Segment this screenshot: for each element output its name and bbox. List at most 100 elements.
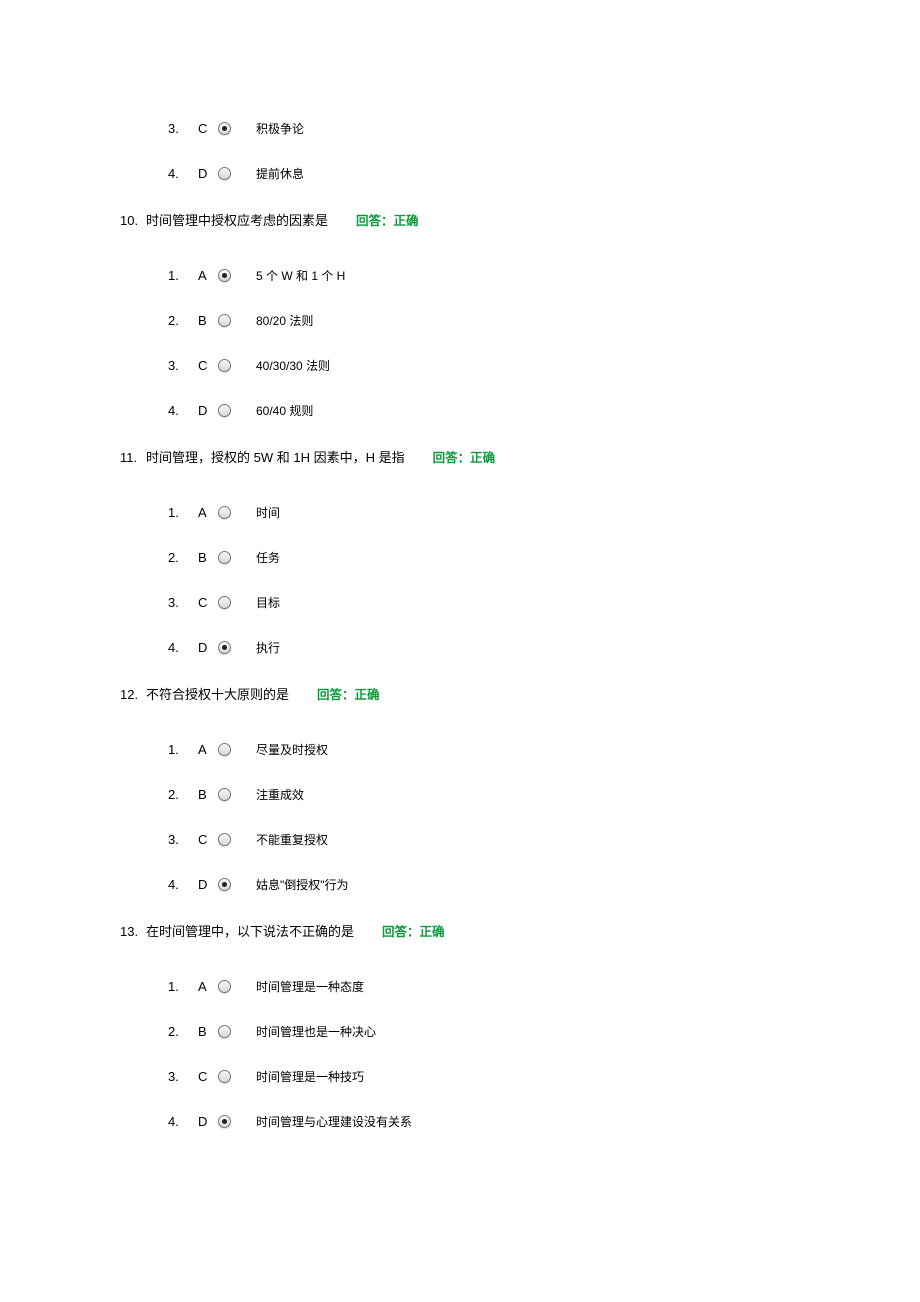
option-text: 时间	[256, 504, 280, 521]
option-row: 4. D 60/40 规则	[120, 402, 820, 419]
option-row: 3. C 时间管理是一种技巧	[120, 1068, 820, 1085]
radio-unselected-icon[interactable]	[218, 980, 231, 993]
option-number: 4.	[168, 166, 198, 181]
option-text: 姑息"倒授权"行为	[256, 876, 349, 893]
option-number: 2.	[168, 787, 198, 802]
question-text: 不符合授权十大原则的是	[146, 684, 289, 703]
option-row: 3. C 40/30/30 法则	[120, 357, 820, 374]
option-number: 1.	[168, 505, 198, 520]
radio-unselected-icon[interactable]	[218, 1025, 231, 1038]
option-row: 2. B 注重成效	[120, 786, 820, 803]
option-row: 3. C 目标	[120, 594, 820, 611]
option-text: 尽量及时授权	[256, 741, 328, 758]
radio-unselected-icon[interactable]	[218, 551, 231, 564]
option-letter: C	[198, 358, 218, 373]
radio-wrap	[218, 551, 248, 564]
option-number: 3.	[168, 1069, 198, 1084]
option-number: 4.	[168, 1114, 198, 1129]
feedback-label: 回答：正确	[382, 921, 445, 940]
option-number: 4.	[168, 403, 198, 418]
question-row: 12. 不符合授权十大原则的是 回答：正确	[120, 684, 820, 703]
radio-wrap	[218, 506, 248, 519]
option-number: 3.	[168, 358, 198, 373]
option-letter: A	[198, 742, 218, 757]
option-text: 提前休息	[256, 165, 304, 182]
option-letter: B	[198, 313, 218, 328]
options-block: 1. A 时间 2. B 任务 3. C 目标 4. D 执行	[120, 504, 820, 656]
option-number: 3.	[168, 121, 198, 136]
question-number: 11.	[120, 450, 146, 465]
option-row: 3. C 不能重复授权	[120, 831, 820, 848]
question-number: 12.	[120, 687, 146, 702]
radio-unselected-icon[interactable]	[218, 314, 231, 327]
partial-options-block: 3. C 积极争论 4. D 提前休息	[120, 120, 820, 182]
radio-wrap	[218, 833, 248, 846]
option-letter: D	[198, 403, 218, 418]
option-letter: B	[198, 550, 218, 565]
option-letter: D	[198, 166, 218, 181]
radio-unselected-icon[interactable]	[218, 167, 231, 180]
radio-wrap	[218, 596, 248, 609]
radio-wrap	[218, 878, 248, 891]
option-row: 2. B 任务	[120, 549, 820, 566]
radio-selected-icon[interactable]	[218, 641, 231, 654]
radio-selected-icon[interactable]	[218, 122, 231, 135]
option-text: 目标	[256, 594, 280, 611]
option-number: 3.	[168, 832, 198, 847]
radio-unselected-icon[interactable]	[218, 788, 231, 801]
option-letter: C	[198, 832, 218, 847]
question-number: 10.	[120, 213, 146, 228]
option-letter: C	[198, 1069, 218, 1084]
option-row: 4. D 提前休息	[120, 165, 820, 182]
radio-selected-icon[interactable]	[218, 878, 231, 891]
radio-selected-icon[interactable]	[218, 269, 231, 282]
option-letter: C	[198, 121, 218, 136]
option-row: 1. A 时间	[120, 504, 820, 521]
feedback-label: 回答：正确	[317, 684, 380, 703]
radio-wrap	[218, 404, 248, 417]
question-text: 时间管理，授权的 5W 和 1H 因素中，H 是指	[146, 447, 405, 466]
radio-unselected-icon[interactable]	[218, 596, 231, 609]
option-row: 4. D 姑息"倒授权"行为	[120, 876, 820, 893]
option-number: 1.	[168, 742, 198, 757]
option-letter: C	[198, 595, 218, 610]
radio-unselected-icon[interactable]	[218, 743, 231, 756]
option-number: 4.	[168, 640, 198, 655]
option-text: 60/40 规则	[256, 402, 313, 419]
radio-wrap	[218, 980, 248, 993]
option-row: 1. A 5 个 W 和 1 个 H	[120, 267, 820, 284]
option-letter: D	[198, 877, 218, 892]
radio-wrap	[218, 788, 248, 801]
question-text: 时间管理中授权应考虑的因素是	[146, 210, 328, 229]
radio-unselected-icon[interactable]	[218, 506, 231, 519]
radio-unselected-icon[interactable]	[218, 404, 231, 417]
radio-unselected-icon[interactable]	[218, 359, 231, 372]
radio-wrap	[218, 641, 248, 654]
option-text: 时间管理与心理建设没有关系	[256, 1113, 412, 1130]
feedback-label: 回答：正确	[356, 210, 419, 229]
radio-wrap	[218, 359, 248, 372]
option-number: 1.	[168, 979, 198, 994]
radio-wrap	[218, 122, 248, 135]
radio-unselected-icon[interactable]	[218, 833, 231, 846]
option-text: 时间管理也是一种决心	[256, 1023, 376, 1040]
radio-wrap	[218, 314, 248, 327]
option-row: 3. C 积极争论	[120, 120, 820, 137]
question-row: 10. 时间管理中授权应考虑的因素是 回答：正确	[120, 210, 820, 229]
feedback-label: 回答：正确	[433, 447, 496, 466]
question-row: 11. 时间管理，授权的 5W 和 1H 因素中，H 是指 回答：正确	[120, 447, 820, 466]
options-block: 1. A 时间管理是一种态度 2. B 时间管理也是一种决心 3. C 时间管理…	[120, 978, 820, 1130]
option-number: 1.	[168, 268, 198, 283]
radio-unselected-icon[interactable]	[218, 1070, 231, 1083]
question-row: 13. 在时间管理中，以下说法不正确的是 回答：正确	[120, 921, 820, 940]
radio-wrap	[218, 167, 248, 180]
radio-wrap	[218, 743, 248, 756]
option-text: 积极争论	[256, 120, 304, 137]
option-text: 时间管理是一种态度	[256, 978, 364, 995]
option-letter: A	[198, 979, 218, 994]
option-letter: B	[198, 1024, 218, 1039]
radio-selected-icon[interactable]	[218, 1115, 231, 1128]
option-row: 1. A 尽量及时授权	[120, 741, 820, 758]
options-block: 1. A 尽量及时授权 2. B 注重成效 3. C 不能重复授权 4. D 姑…	[120, 741, 820, 893]
option-text: 80/20 法则	[256, 312, 313, 329]
